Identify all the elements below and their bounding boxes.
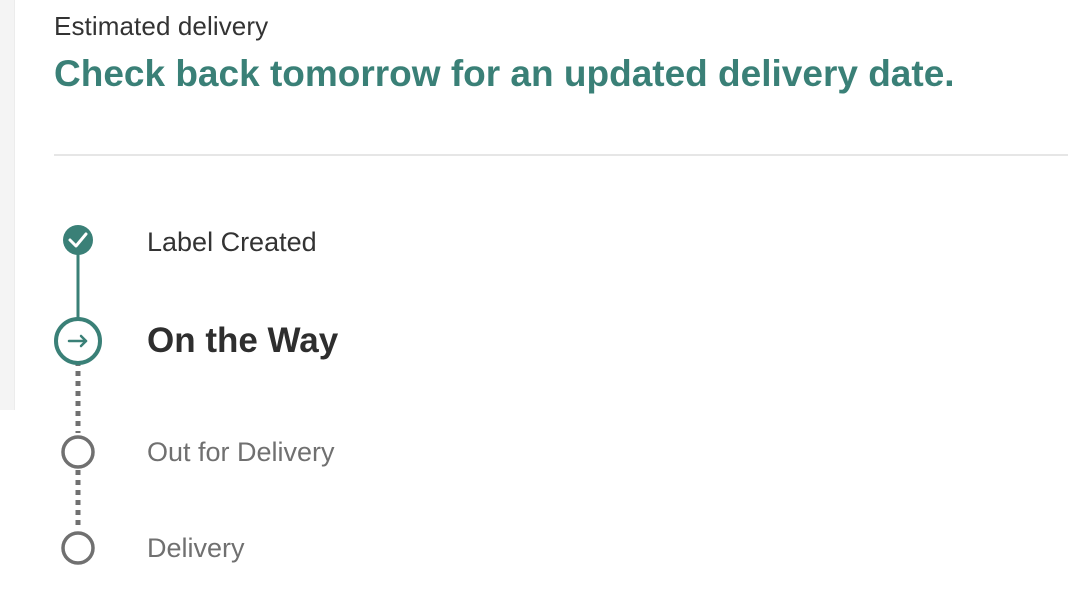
tracking-timeline: Label Created On the Way Out for Deliver… (0, 0, 1068, 614)
empty-circle-icon (61, 435, 95, 469)
step-delivery: Delivery (147, 533, 245, 563)
timeline-graphic (54, 225, 102, 565)
delivery-status-page: Estimated delivery Check back tomorrow f… (0, 0, 1068, 614)
arrow-right-icon (54, 317, 102, 365)
check-icon (63, 225, 93, 255)
step-label-created: Label Created (147, 227, 317, 257)
step-on-the-way: On the Way (147, 321, 339, 360)
step-out-for-delivery: Out for Delivery (147, 437, 335, 467)
empty-circle-icon (61, 531, 95, 565)
